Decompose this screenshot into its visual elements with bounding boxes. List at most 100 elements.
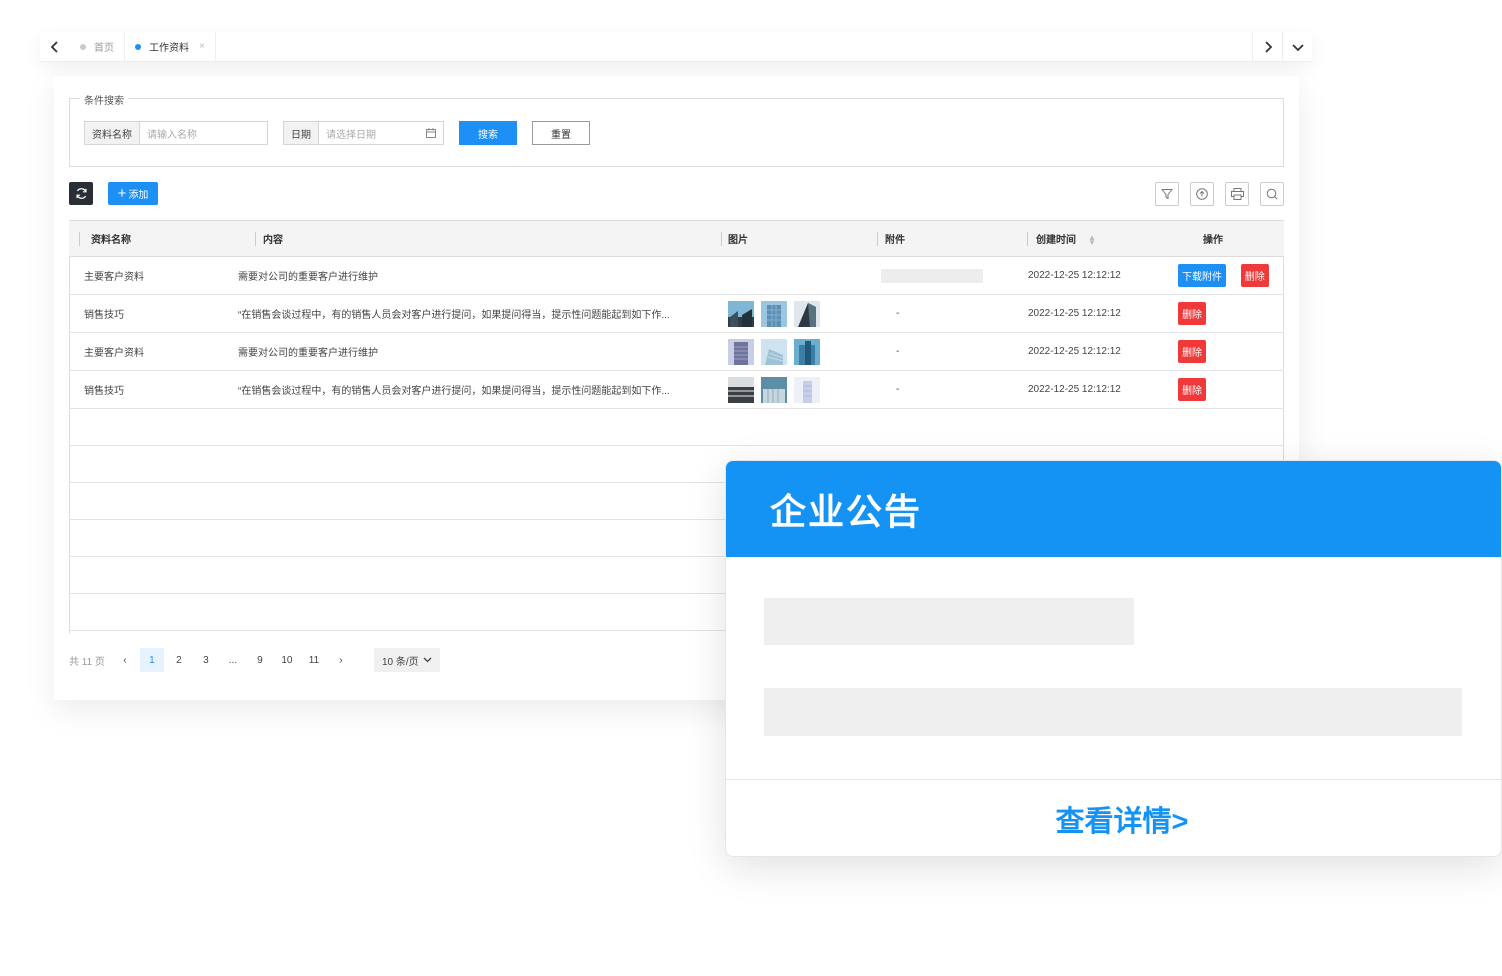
page-button[interactable]: 9 — [248, 648, 272, 672]
building-photo-8[interactable] — [761, 376, 787, 403]
tab-dot-icon — [135, 43, 141, 50]
page-size-value: 10 条/页 — [381, 656, 419, 668]
building-photo-2[interactable] — [761, 300, 787, 327]
announcement-footer: 查看详情> — [726, 779, 1501, 856]
chevron-down-icon — [1291, 43, 1304, 51]
name-field: 资料名称 请输入名称 — [84, 121, 268, 145]
table-row: 销售技巧 “在销售会谈过程中，有的销售人员会对客户进行提问，如果提问得当，提示性… — [69, 294, 1284, 333]
print-icon — [1230, 188, 1244, 200]
content-placeholder — [764, 688, 1462, 736]
column-header: 附件 — [869, 220, 1015, 257]
name-input[interactable]: 请输入名称 — [140, 122, 267, 144]
content-placeholder — [764, 598, 1134, 645]
page-button[interactable]: 2 — [167, 648, 191, 672]
chevron-down-icon — [423, 657, 432, 663]
view-details-link[interactable]: 查看详情> — [1056, 798, 1189, 840]
building-photo-6[interactable] — [794, 338, 820, 365]
search-toggle-button[interactable] — [1260, 182, 1284, 206]
tab-menu-button[interactable] — [1282, 31, 1312, 62]
page-ellipsis[interactable]: ... — [221, 648, 245, 672]
cell-attachment: - — [869, 332, 1015, 371]
download-attachment-button[interactable]: 下载附件 — [1178, 264, 1226, 287]
table-tools — [1155, 182, 1284, 206]
tab-label: 工作资料 — [149, 43, 189, 54]
tab-dot-icon — [80, 43, 86, 50]
announcement-title: 企业公告 — [770, 491, 923, 532]
date-field-label: 日期 — [284, 122, 319, 144]
next-page-button[interactable]: › — [329, 648, 353, 672]
cell-actions: 删除 — [1165, 294, 1284, 333]
refresh-button[interactable] — [69, 182, 93, 205]
reset-button[interactable]: 重置 — [532, 121, 590, 145]
cell-attachment: - — [869, 370, 1015, 409]
plus-icon: + — [117, 185, 127, 202]
cell-actions: 删除 — [1165, 370, 1284, 409]
print-button[interactable] — [1225, 182, 1249, 206]
cell-content: “在销售会谈过程中，有的销售人员会对客户进行提问，如果提问得当，提示性问题能起到… — [223, 294, 713, 333]
close-icon[interactable]: × — [199, 41, 205, 52]
page-size-select[interactable]: 10 条/页 — [373, 648, 440, 672]
building-photo-4[interactable] — [728, 338, 754, 365]
building-photo-5[interactable] — [761, 338, 787, 365]
table-header-row: 资料名称 内容 图片 附件 创建时间 ▲ ▼ 操作 — [69, 220, 1284, 257]
refresh-icon — [75, 188, 87, 199]
name-input-placeholder: 请输入名称 — [147, 129, 197, 141]
page-button[interactable]: 3 — [194, 648, 218, 672]
date-picker[interactable]: 请选择日期 — [319, 122, 443, 144]
attachment-placeholder — [881, 268, 983, 283]
delete-button[interactable]: 删除 — [1178, 302, 1206, 325]
tab-work-materials[interactable]: 工作资料 × — [125, 31, 216, 62]
cell-name: 主要客户资料 — [69, 332, 223, 371]
upload-icon — [1196, 188, 1208, 200]
column-header: 资料名称 — [69, 220, 223, 257]
prev-page-button[interactable]: ‹ — [113, 648, 137, 672]
chevron-left-icon — [50, 40, 58, 53]
building-photo-7[interactable] — [728, 376, 754, 403]
building-photo-1[interactable] — [728, 300, 754, 327]
building-photo-3[interactable] — [794, 300, 820, 327]
calendar-icon — [426, 128, 436, 138]
cell-images — [713, 332, 869, 371]
tab-scroll-right-button[interactable] — [1252, 31, 1282, 62]
tab-home[interactable]: 首页 — [70, 31, 125, 62]
filter-icon — [1161, 189, 1173, 200]
page-button[interactable]: 1 — [139, 648, 164, 672]
tab-label: 首页 — [94, 43, 114, 54]
building-photo-9[interactable] — [794, 376, 820, 403]
sort-icon[interactable]: ▲ ▼ — [1088, 234, 1096, 247]
tab-bar: 首页 工作资料 × — [40, 31, 1312, 62]
add-button[interactable]: + 添加 — [108, 182, 158, 205]
search-icon — [1266, 188, 1278, 200]
page-button[interactable]: 11 — [302, 648, 326, 672]
date-input-placeholder: 请选择日期 — [326, 129, 376, 141]
column-header-sortable[interactable]: 创建时间 ▲ ▼ — [1015, 220, 1165, 257]
pagination-total: 共 11 页 — [69, 656, 105, 668]
pagination: 共 11 页 ‹ 1 2 3 ... 9 10 11 › 10 条/页 — [69, 648, 440, 672]
delete-button[interactable]: 删除 — [1240, 264, 1269, 287]
tab-scroll-left-button[interactable] — [40, 32, 70, 62]
delete-button[interactable]: 删除 — [1178, 340, 1206, 363]
page-button[interactable]: 10 — [275, 648, 299, 672]
cell-created: 2022-12-25 12:12:12 — [1015, 332, 1165, 371]
column-header: 内容 — [223, 220, 713, 257]
cell-content: 需要对公司的重要客户进行维护 — [223, 256, 713, 295]
cell-name: 销售技巧 — [69, 294, 223, 333]
export-button[interactable] — [1190, 182, 1214, 206]
cell-content: 需要对公司的重要客户进行维护 — [223, 332, 713, 371]
cell-actions: 删除 — [1165, 332, 1284, 371]
column-header: 图片 — [713, 220, 869, 257]
cell-content: “在销售会谈过程中，有的销售人员会对客户进行提问，如果提问得当，提示性问题能起到… — [223, 370, 713, 409]
announcement-card: 企业公告 查看详情> — [725, 460, 1502, 857]
search-button[interactable]: 搜索 — [459, 121, 517, 145]
table-row: 主要客户资料 需要对公司的重要客户进行维护 - 2022-12-25 12:12… — [69, 332, 1284, 371]
filter-button[interactable] — [1155, 182, 1179, 206]
cell-actions: 下载附件 删除 — [1165, 256, 1284, 295]
cell-created: 2022-12-25 12:12:12 — [1015, 370, 1165, 409]
cell-name: 销售技巧 — [69, 370, 223, 409]
announcement-header: 企业公告 — [726, 461, 1501, 557]
delete-button[interactable]: 删除 — [1178, 378, 1206, 401]
column-header: 操作 — [1165, 220, 1284, 257]
empty-row — [69, 408, 1284, 446]
name-field-label: 资料名称 — [85, 122, 140, 144]
search-panel-title: 条件搜索 — [80, 92, 128, 107]
